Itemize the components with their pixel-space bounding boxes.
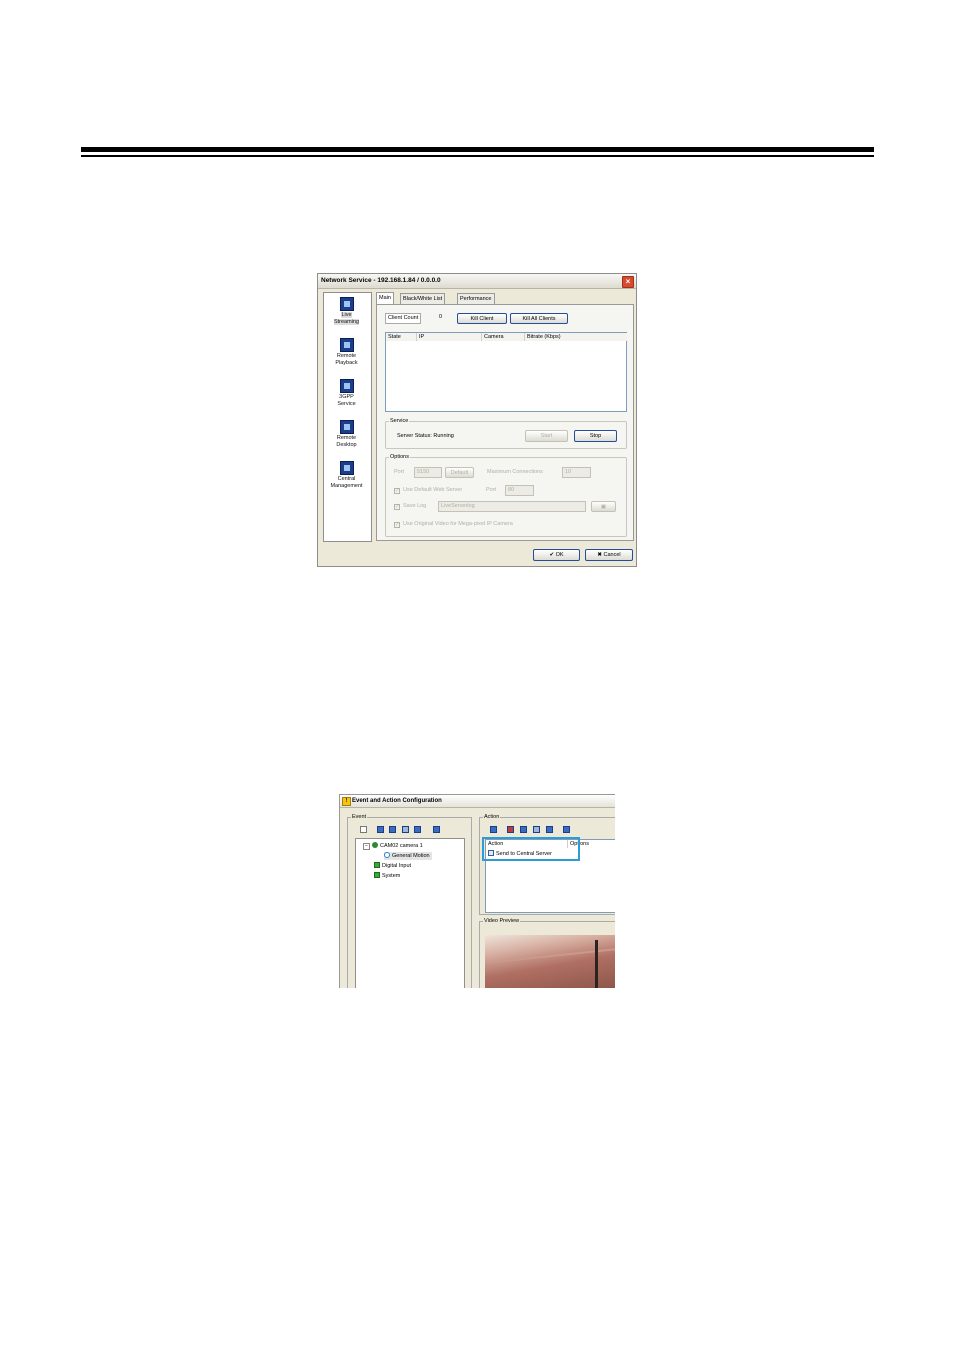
main-tab-body: Client Count 0 Kill Client Kill All Clie… <box>376 304 634 541</box>
paste-event-icon[interactable] <box>414 826 421 833</box>
event-action-title: Event and Action Configuration <box>352 798 442 804</box>
max-connections-label: Maximum Connections <box>487 469 543 475</box>
port-input[interactable]: 5150 <box>414 467 442 478</box>
save-log-label: Save Log <box>403 503 427 509</box>
video-preview-image <box>485 935 615 988</box>
event-action-dialog: ! Event and Action Configuration Event −… <box>339 794 615 988</box>
dialog-title-bar: Network Service - 192.168.1.84 / 0.0.0.0… <box>318 274 636 289</box>
port-label: Port <box>394 469 405 475</box>
options-group-title: Options <box>389 454 410 461</box>
action-settings-icon[interactable] <box>563 826 570 833</box>
event-panel: Event − CAM02 camera 1 General Motion Dig… <box>347 814 472 988</box>
service-group-title: Service <box>389 418 410 425</box>
collapse-icon[interactable]: − <box>363 843 370 850</box>
tab-main[interactable]: Main <box>376 292 394 304</box>
nav-central-management[interactable]: Central Management <box>324 461 369 489</box>
close-icon[interactable]: × <box>622 276 634 288</box>
nav-remote-desktop[interactable]: Remote Desktop <box>324 420 369 448</box>
dialog-title: Network Service - 192.168.1.84 / 0.0.0.0 <box>321 277 441 284</box>
network-service-dialog: Network Service - 192.168.1.84 / 0.0.0.0… <box>317 273 637 567</box>
column-state[interactable]: State <box>386 333 417 341</box>
web-port-label: Port <box>486 487 497 493</box>
tree-item-system[interactable]: System <box>374 872 400 880</box>
event-action-title-bar: ! Event and Action Configuration <box>340 795 615 808</box>
new-action-icon[interactable] <box>490 826 497 833</box>
delete-action-icon[interactable] <box>507 826 514 833</box>
options-group: Options Port 5150 Default Maximum Connec… <box>385 454 627 537</box>
tree-item-digital-input[interactable]: Digital Input <box>374 862 411 870</box>
tab-black-white-list[interactable]: Black/White List <box>400 293 446 304</box>
column-camera[interactable]: Camera <box>482 333 525 341</box>
nav-live-streaming[interactable]: Live Streaming <box>324 297 369 325</box>
digital-input-icon <box>374 862 380 868</box>
browse-folder-icon[interactable]: ▣ <box>591 501 616 512</box>
edit-event-icon[interactable] <box>377 826 384 833</box>
use-original-video-checkbox[interactable]: ✓ <box>394 522 400 528</box>
camera-icon <box>372 842 378 848</box>
header-rule-thick <box>81 147 874 152</box>
kill-all-clients-button[interactable]: Kill All Clients <box>510 313 568 324</box>
edit-action-icon[interactable] <box>546 826 553 833</box>
client-count-label: Client Count <box>385 313 422 324</box>
tree-item-camera[interactable]: − CAM02 camera 1 <box>363 842 423 850</box>
client-list[interactable]: State IP Camera Bitrate (Kbps) <box>385 332 628 412</box>
remote-playback-icon <box>339 338 354 352</box>
event-tree: − CAM02 camera 1 General Motion Digital I… <box>355 838 465 988</box>
service-group: Service Server Status: Running Start Sto… <box>385 418 627 449</box>
remote-desktop-icon <box>339 420 354 434</box>
save-event-icon[interactable] <box>433 826 440 833</box>
tree-item-general-motion[interactable]: General Motion <box>384 852 432 860</box>
nav-3gpp-service[interactable]: 3GPP Service <box>324 379 369 407</box>
ok-button[interactable]: ✔ OK <box>533 549 580 561</box>
column-bitrate[interactable]: Bitrate (Kbps) <box>525 333 628 341</box>
use-original-video-label: Use Original Video for Mega-pixel IP Cam… <box>403 521 513 527</box>
3gpp-service-icon <box>339 379 354 393</box>
highlight-box <box>482 837 580 861</box>
paste-action-icon[interactable] <box>533 826 540 833</box>
web-port-input[interactable]: 80 <box>505 485 534 496</box>
start-button[interactable]: Start <box>525 430 568 442</box>
stop-button[interactable]: Stop <box>574 430 617 442</box>
client-count-value: 0 <box>439 314 443 320</box>
kill-client-button[interactable]: Kill Client <box>457 313 507 324</box>
action-panel: Action Action Options Send to Central Se… <box>479 814 615 915</box>
use-default-web-checkbox[interactable]: ✓ <box>394 488 400 494</box>
nav-remote-playback[interactable]: Remote Playback <box>324 338 369 366</box>
copy-action-icon[interactable] <box>520 826 527 833</box>
copy-event-icon[interactable] <box>389 826 396 833</box>
service-nav-panel: Live Streaming Remote Playback 3GPP Service… <box>323 292 372 542</box>
tab-performance[interactable]: Performance <box>457 293 495 304</box>
event-group-title: Event <box>351 814 368 821</box>
central-management-icon <box>339 461 354 475</box>
new-event-icon[interactable] <box>360 826 367 833</box>
server-status: Server Status: Running <box>397 433 454 439</box>
save-log-path-input[interactable]: LiveServerlog <box>438 501 586 512</box>
live-streaming-icon <box>339 297 354 311</box>
cancel-button[interactable]: ✖ Cancel <box>585 549 633 561</box>
use-default-web-label: Use Default Web Server <box>403 487 463 493</box>
column-ip[interactable]: IP <box>417 333 482 341</box>
default-button[interactable]: Default <box>445 467 474 478</box>
save-log-checkbox[interactable]: ✓ <box>394 504 400 510</box>
video-preview-title: Video Preview <box>483 918 521 925</box>
header-rule-thin <box>81 155 874 157</box>
system-icon <box>374 872 380 878</box>
action-group-title: Action <box>483 814 501 821</box>
motion-icon <box>384 852 390 858</box>
warning-icon: ! <box>342 797 351 806</box>
delete-event-icon[interactable] <box>402 826 409 833</box>
max-connections-input[interactable]: 10 <box>562 467 591 478</box>
